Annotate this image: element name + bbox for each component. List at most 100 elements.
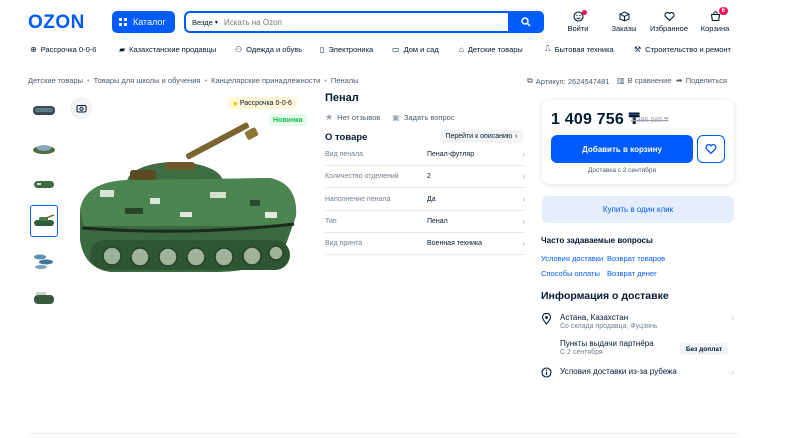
go-to-description-button[interactable]: Перейти к описанию › — [440, 130, 523, 143]
gallery-thumbnail[interactable] — [30, 170, 58, 198]
phone-icon: ▯ — [320, 44, 325, 54]
image-search-button[interactable] — [70, 97, 92, 119]
orders-button[interactable]: Заказы — [601, 11, 647, 33]
faq-link-returns[interactable]: Возврат товаров — [607, 254, 665, 263]
compare-button[interactable]: ▥ В сравнение — [617, 76, 672, 85]
nav-item-kz-sellers[interactable]: ▰ Казахстанские продавцы — [119, 45, 216, 54]
breadcrumb: Детские товары • Товары для школы и обуч… — [28, 76, 359, 85]
breadcrumb-separator: • — [324, 76, 327, 85]
chevron-right-icon[interactable]: › — [522, 195, 525, 204]
chevron-right-icon[interactable]: › — [522, 217, 525, 226]
breadcrumb-separator: • — [204, 76, 208, 85]
spec-value: Военная техника — [427, 240, 483, 247]
delivery-location-sub: Со склада продавца, Фуцзянь — [560, 323, 658, 330]
reviews-link[interactable]: Нет отзывов — [337, 113, 380, 122]
breadcrumb-item[interactable]: Детские товары — [28, 76, 83, 85]
share-label: Поделиться — [685, 76, 728, 85]
add-to-cart-button[interactable]: Добавить в корзину — [551, 135, 693, 163]
nav-item-label: Строительство и ремонт — [645, 44, 731, 54]
login-notification-dot — [582, 10, 587, 15]
spec-row: Вид принта Военная техника › — [325, 233, 525, 255]
spec-value: 2 — [427, 173, 431, 180]
gallery-thumbnail[interactable] — [30, 96, 58, 124]
buy-one-click-button[interactable]: Купить в один клик — [542, 196, 734, 223]
nav-item-label: Одежда и обувь — [246, 44, 303, 54]
spec-label: Тип — [325, 218, 337, 225]
faq-link-payment[interactable]: Способы оплаты — [541, 269, 600, 278]
catalog-button[interactable]: Каталог — [112, 11, 175, 33]
spec-value: Да — [427, 196, 436, 203]
nav-item-label: Бытовая техника — [554, 44, 614, 54]
breadcrumb-separator: • — [86, 76, 90, 85]
delivery-abroad-link: Условия доставки из-за рубежа — [560, 367, 677, 376]
search-icon — [521, 17, 531, 27]
star-icon: ★ — [325, 112, 334, 122]
product-main-image[interactable] — [70, 120, 305, 290]
spec-label: Вид пенала — [325, 151, 364, 158]
chevron-right-icon[interactable]: › — [522, 172, 525, 181]
toy-icon: ⌂ — [459, 44, 464, 54]
share-button[interactable]: ➦ Поделиться — [676, 76, 727, 85]
go-to-description-label: Перейти к описанию — [445, 133, 513, 140]
breadcrumb-item[interactable]: Пеналы — [331, 76, 359, 85]
search-bar: Везде ▾ — [184, 11, 544, 33]
spec-label: Вид принта — [325, 240, 363, 247]
catalog-label: Каталог — [133, 17, 166, 27]
spec-row: Тип Пенал › — [325, 211, 525, 233]
spec-row: Наполнение пенала Да › — [325, 189, 525, 211]
chevron-down-icon: ▾ — [214, 19, 218, 26]
gallery-thumbnail[interactable] — [30, 247, 58, 275]
breadcrumb-item[interactable]: Канцелярские принадлежности — [211, 76, 320, 85]
article-label: Артикул: 2624547481 — [535, 76, 610, 86]
search-input[interactable] — [220, 13, 508, 31]
ozon-logo[interactable]: OZON — [28, 12, 85, 34]
search-scope-select[interactable]: Везде ▾ — [186, 13, 220, 31]
spec-label: Наполнение пенала — [325, 196, 391, 203]
login-button[interactable]: Войти — [555, 10, 601, 33]
nav-item-home-garden[interactable]: ▭ Дом и сад — [392, 45, 439, 54]
spec-value: Пенал — [427, 218, 448, 225]
category-nav: ⊕ Рассрочка 0-0-6 ▰ Казахстанские продавцы… — [0, 42, 800, 56]
chevron-right-icon: › — [731, 313, 734, 323]
delivery-abroad-row[interactable]: Условия доставки из-за рубежа › — [541, 367, 734, 378]
installment-badge: ● Рассрочка 0-0-6 — [228, 97, 297, 109]
chevron-right-icon: › — [731, 367, 734, 377]
sofa-icon: ▭ — [392, 44, 400, 54]
chevron-right-icon: › — [515, 133, 518, 140]
favorites-button[interactable]: Избранное — [646, 11, 692, 33]
box-icon — [619, 11, 630, 22]
nav-item-appliances[interactable]: ⎍ Бытовая техника — [545, 44, 614, 54]
truck-icon: ▰ — [119, 44, 126, 54]
nav-item-clothes[interactable]: ⚇ Одежда и обувь — [235, 45, 302, 54]
nav-item-electronics[interactable]: ▯ Электроника — [320, 45, 373, 54]
favorites-label: Избранное — [649, 24, 688, 33]
faq-link-refund[interactable]: Возврат денег — [607, 269, 657, 278]
delivery-date-note: Доставка с 2 сентября — [588, 167, 656, 174]
grid-icon — [119, 18, 127, 26]
gallery-thumbnail[interactable] — [30, 135, 58, 163]
nav-item-installment[interactable]: ⊕ Рассрочка 0-0-6 — [30, 45, 96, 54]
add-to-favorites-button[interactable] — [697, 135, 725, 163]
gallery-thumbnail-selected[interactable] — [30, 205, 58, 237]
installment-icon: ⊕ — [30, 44, 37, 54]
nav-item-construction[interactable]: ⚒ Строительство и ремонт — [634, 45, 731, 54]
faq-link-delivery[interactable]: Условия доставки — [541, 254, 603, 263]
appliance-icon: ⎍ — [545, 44, 551, 53]
product-title: Пенал — [325, 92, 359, 104]
search-button[interactable] — [508, 11, 544, 33]
ask-question-link[interactable]: Задать вопрос — [404, 113, 455, 122]
delivery-location-row[interactable]: Астана, Казахстан Со склада продавца, Фу… — [541, 313, 734, 330]
location-pin-icon — [541, 313, 552, 325]
cart-label: Корзина — [700, 24, 730, 33]
chevron-right-icon[interactable]: › — [522, 239, 525, 248]
cart-button[interactable]: 6 Корзина — [692, 7, 738, 33]
breadcrumb-item[interactable]: Товары для школы и обучения — [94, 76, 201, 85]
divider — [30, 433, 738, 434]
article-number[interactable]: ⧉ Артикул: 2624547481 — [527, 76, 610, 86]
installment-badge-label: Рассрочка 0-0-6 — [239, 99, 292, 107]
spec-value: Пенал-футляр — [427, 151, 475, 158]
gallery-thumbnail[interactable] — [30, 285, 58, 313]
chevron-right-icon[interactable]: › — [522, 150, 525, 159]
nav-item-kids[interactable]: ⌂ Детские товары — [459, 45, 523, 54]
info-icon — [541, 367, 552, 378]
